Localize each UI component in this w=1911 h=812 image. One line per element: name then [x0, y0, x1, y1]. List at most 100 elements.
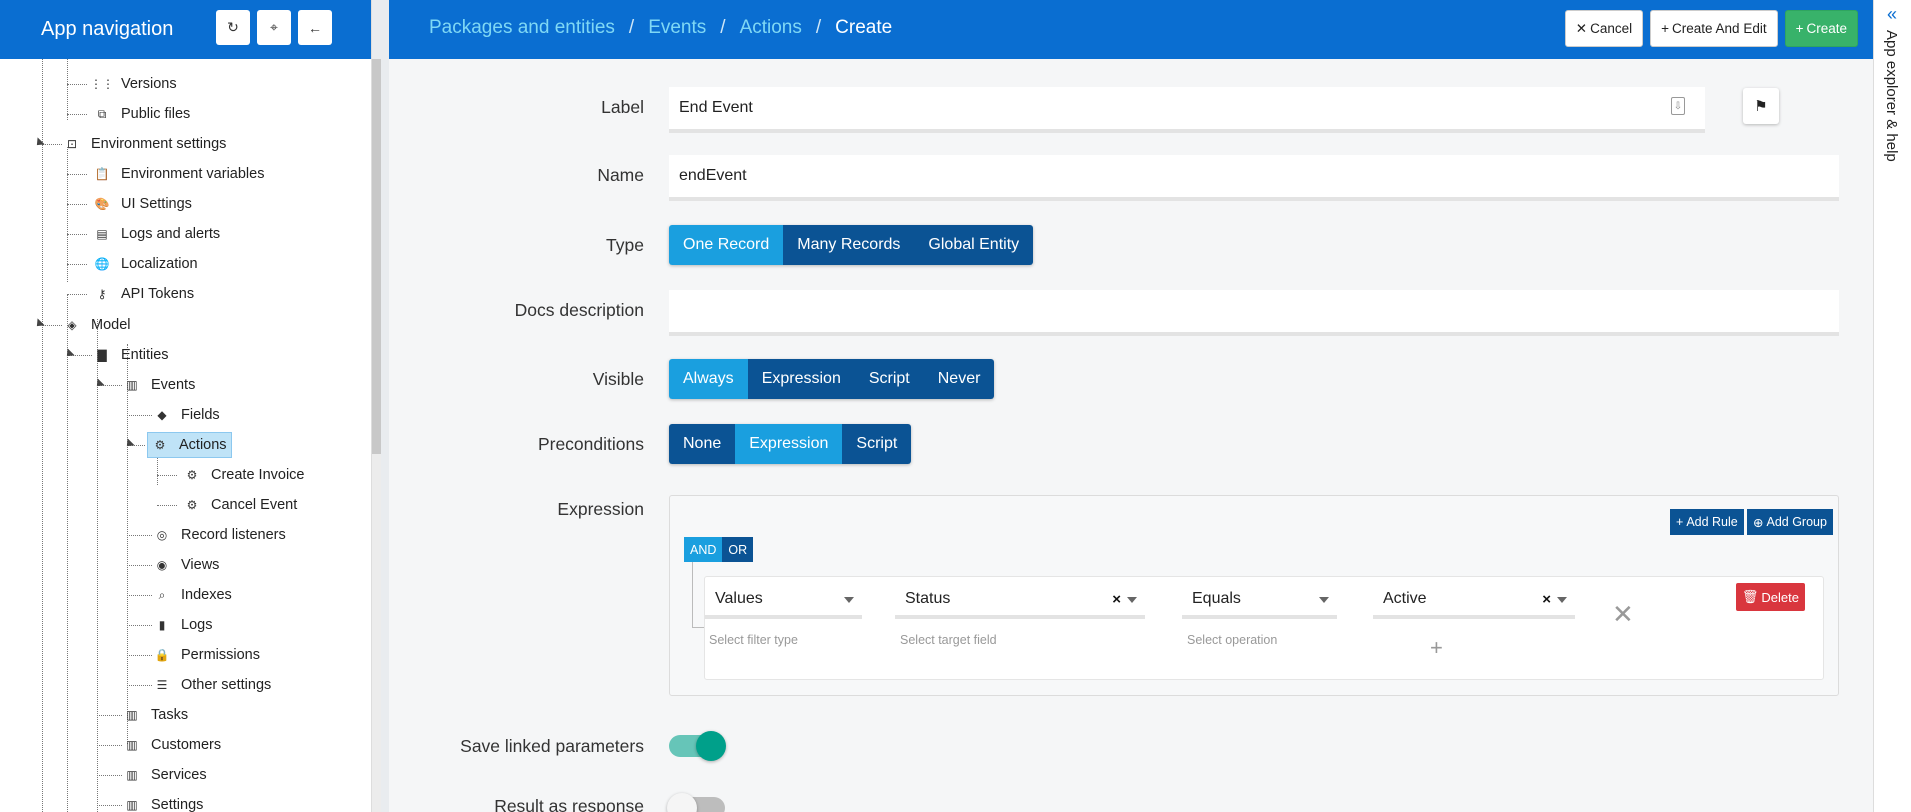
add-rule-button[interactable]: + Add Rule: [1670, 509, 1744, 535]
tree-item-record-listeners[interactable]: ◎ Record listeners: [153, 523, 286, 547]
filter-type-select[interactable]: Values: [705, 583, 862, 619]
tree-item-tasks[interactable]: ▥ Tasks: [123, 703, 188, 727]
tree-item-indexes[interactable]: ⌕ Indexes: [153, 583, 232, 607]
expand-panel-icon[interactable]: «: [1887, 4, 1897, 25]
type-selector: One Record Many Records Global Entity: [669, 225, 1034, 265]
filter-type-value: Values: [715, 590, 763, 607]
entity-icon: ▥: [126, 708, 138, 722]
chevron-down-icon: [1319, 597, 1329, 603]
tree-item-actions[interactable]: ⚙ Actions: [147, 432, 232, 458]
tree-item-versions[interactable]: ⋮⋮ Versions: [90, 72, 177, 96]
result-as-response-toggle[interactable]: [667, 793, 725, 812]
expanded-caret-icon[interactable]: [123, 438, 135, 450]
tree-item-fields[interactable]: ◆ Fields: [153, 403, 219, 427]
breadcrumb-actions[interactable]: Actions: [740, 17, 802, 39]
visible-option-expression[interactable]: Expression: [747, 359, 855, 399]
tree-branch: [127, 595, 152, 596]
clear-icon[interactable]: ×: [1112, 591, 1121, 608]
tree-item-label: API Tokens: [121, 286, 195, 302]
create-button-label: Create: [1806, 21, 1847, 36]
tree-item-label: Cancel Event: [211, 497, 298, 513]
tree-item-services[interactable]: ▥ Services: [123, 763, 206, 787]
chevron-down-icon: [1127, 597, 1137, 603]
docs-description-input[interactable]: [669, 290, 1839, 336]
locate-button[interactable]: ⌖: [257, 10, 291, 45]
type-option-many-records[interactable]: Many Records: [783, 225, 915, 265]
tree-guide: [67, 59, 68, 120]
name-input[interactable]: endEvent: [669, 155, 1839, 201]
add-rule-label: Add Rule: [1686, 515, 1738, 529]
label-input[interactable]: End Event ⇩: [669, 87, 1705, 133]
tree-item-views[interactable]: ◉ Views: [153, 553, 220, 577]
tree-item-label: Actions: [179, 437, 227, 453]
breadcrumb-packages-and-entities[interactable]: Packages and entities: [429, 17, 615, 39]
tree-item-environment-settings[interactable]: ⊡ Environment settings: [63, 132, 226, 156]
tree-item-create-invoice[interactable]: ⚙ Create Invoice: [183, 463, 305, 487]
target-field-select[interactable]: Status ×: [895, 583, 1145, 619]
clear-icon[interactable]: ×: [1542, 591, 1551, 608]
breadcrumb-events[interactable]: Events: [648, 17, 706, 39]
or-option[interactable]: OR: [722, 537, 754, 562]
tree-item-environment-variables[interactable]: 📋 Environment variables: [93, 162, 265, 186]
visible-option-always[interactable]: Always: [669, 359, 748, 399]
tree-branch: [157, 505, 177, 506]
expanded-caret-icon[interactable]: [93, 378, 105, 390]
tree-item-label: Customers: [151, 737, 222, 753]
tree-item-api-tokens[interactable]: ⚷ API Tokens: [93, 282, 195, 306]
tree-branch: [67, 294, 87, 295]
tree-guide: [67, 295, 68, 812]
tree-item-settings[interactable]: ▥ Settings: [123, 793, 203, 812]
visible-option-script[interactable]: Script: [854, 359, 924, 399]
tree-item-ui-settings[interactable]: 🎨 UI Settings: [93, 192, 192, 216]
operation-hint: Select operation: [1187, 633, 1278, 647]
add-value-icon[interactable]: +: [1430, 635, 1443, 661]
tree-item-public-files[interactable]: ⧉ Public files: [93, 102, 191, 126]
sidebar-toolbar: ↻ ⌖ ←: [216, 10, 339, 45]
cancel-button[interactable]: ✕ Cancel: [1564, 10, 1644, 47]
tree-item-logs[interactable]: ▮ Logs: [153, 613, 213, 637]
app-navigation-sidebar: App navigation ↻ ⌖ ← ⋮⋮ Versions ⧉ Publi…: [0, 0, 372, 812]
flag-button[interactable]: ⚑: [1743, 88, 1779, 124]
tree-guide: [67, 147, 68, 282]
breadcrumb-separator: /: [720, 17, 726, 38]
chevron-down-icon: [844, 597, 854, 603]
tree-item-logs-and-alerts[interactable]: ▤ Logs and alerts: [93, 222, 220, 246]
create-and-edit-button[interactable]: + Create And Edit: [1650, 10, 1778, 47]
tree-item-entities[interactable]: ▇ Entities: [93, 343, 168, 367]
toggle-knob: [667, 793, 697, 812]
tree-item-cancel-event[interactable]: ⚙ Cancel Event: [183, 493, 298, 517]
tree-item-model[interactable]: ◈ Model: [63, 313, 130, 337]
and-option[interactable]: AND: [684, 537, 723, 562]
sidebar-scrollbar-thumb[interactable]: [372, 59, 381, 454]
preconditions-option-script[interactable]: Script: [842, 424, 912, 464]
tree-item-events[interactable]: ▥ Events: [123, 373, 195, 397]
operation-select[interactable]: Equals: [1182, 583, 1337, 619]
tree-branch: [97, 715, 122, 716]
expanded-caret-icon[interactable]: [63, 348, 75, 360]
translation-icon[interactable]: ⇩: [1671, 97, 1685, 115]
ear-icon: ◎: [156, 528, 168, 542]
tree-item-customers[interactable]: ▥ Customers: [123, 733, 221, 757]
app-explorer-help-label[interactable]: App explorer & help: [1883, 30, 1900, 162]
add-group-button[interactable]: ⊕ Add Group: [1747, 509, 1833, 535]
create-button[interactable]: + Create: [1784, 10, 1858, 47]
delete-rule-button[interactable]: 🗑 Delete: [1735, 583, 1805, 611]
tree-item-other-settings[interactable]: ☰ Other settings: [153, 673, 272, 697]
preconditions-option-none[interactable]: None: [669, 424, 736, 464]
tree-branch: [127, 535, 152, 536]
breadcrumb-separator: /: [628, 17, 635, 38]
gear-icon: ⚙: [186, 498, 198, 512]
rule-value-select[interactable]: Active ×: [1373, 583, 1575, 619]
save-linked-parameters-toggle[interactable]: [669, 731, 726, 761]
collapse-sidebar-button[interactable]: ←: [298, 10, 332, 45]
visible-option-never[interactable]: Never: [923, 359, 995, 399]
remove-rule-icon[interactable]: ✕: [1612, 599, 1634, 630]
tree-item-permissions[interactable]: 🔒 Permissions: [153, 643, 260, 667]
type-option-global-entity[interactable]: Global Entity: [914, 225, 1034, 265]
tree-branch: [67, 264, 87, 265]
label-field-label: Label: [601, 97, 644, 117]
refresh-button[interactable]: ↻: [216, 10, 250, 45]
preconditions-option-expression[interactable]: Expression: [735, 424, 843, 464]
tree-item-localization[interactable]: 🌐 Localization: [93, 252, 198, 276]
type-option-one-record[interactable]: One Record: [669, 225, 784, 265]
